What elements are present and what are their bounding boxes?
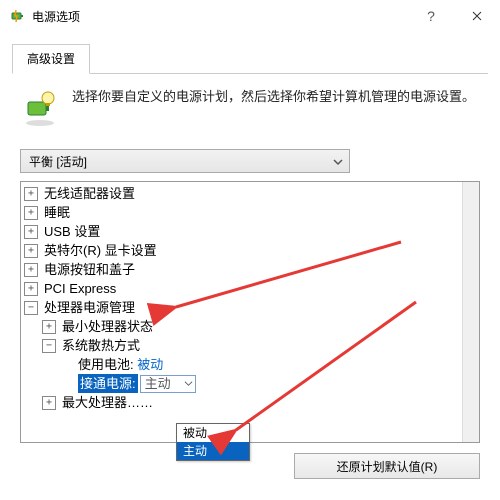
close-button[interactable] [454,0,500,32]
tree-item[interactable]: +最小处理器状态 [24,317,476,336]
tree-item[interactable]: −处理器电源管理 [24,298,476,317]
setting-plugged-in[interactable]: 接通电源:主动 [24,374,476,393]
titlebar: 电源选项 ? [0,0,500,32]
power-plan-select[interactable]: 平衡 [活动] [20,149,350,173]
dropdown-option-active[interactable]: 主动 [177,442,249,460]
battery-value[interactable]: 被动 [137,355,163,374]
tree-item[interactable]: +睡眠 [24,203,476,222]
setting-on-battery[interactable]: 使用电池: 被动 [24,355,476,374]
tree-item[interactable]: +无线适配器设置 [24,184,476,203]
expand-icon[interactable]: + [24,187,38,201]
window-title: 电源选项 [32,8,80,25]
cooling-dropdown[interactable]: 被动 主动 [176,423,250,461]
tree-item[interactable]: −系统散热方式 [24,336,476,355]
tab-bar: 高级设置 [0,32,500,74]
restore-defaults-button[interactable]: 还原计划默认值(R) [294,453,480,479]
expand-icon[interactable]: + [24,225,38,239]
expand-icon[interactable]: + [42,396,56,410]
collapse-icon[interactable]: − [42,339,56,353]
tree-item[interactable]: +最大处理器…… [24,393,476,412]
tree-item[interactable]: +USB 设置 [24,222,476,241]
chevron-down-icon [333,156,343,166]
help-button[interactable]: ? [408,0,454,32]
plugged-key-selected: 接通电源: [78,374,138,393]
scrollbar[interactable] [462,182,479,442]
settings-tree[interactable]: +无线适配器设置 +睡眠 +USB 设置 +英特尔(R) 显卡设置 +电源按钮和… [20,181,480,443]
description-panel: 选择你要自定义的电源计划，然后选择你希望计算机管理的电源设置。 [0,74,500,145]
plugged-value-combo[interactable]: 主动 [140,375,196,393]
expand-icon[interactable]: + [24,282,38,296]
expand-icon[interactable]: + [24,263,38,277]
expand-icon[interactable]: + [24,206,38,220]
tree-item[interactable]: +PCI Express [24,279,476,298]
tree-item[interactable]: +英特尔(R) 显卡设置 [24,241,476,260]
collapse-icon[interactable]: − [24,301,38,315]
dropdown-option-passive[interactable]: 被动 [177,424,249,442]
expand-icon[interactable]: + [42,320,56,334]
power-options-icon [10,8,26,24]
tab-advanced[interactable]: 高级设置 [12,44,90,74]
battery-bulb-icon [20,88,60,131]
tree-item[interactable]: +电源按钮和盖子 [24,260,476,279]
description-text: 选择你要自定义的电源计划，然后选择你希望计算机管理的电源设置。 [72,88,475,106]
plan-select-value: 平衡 [活动] [29,153,87,170]
expand-icon[interactable]: + [24,244,38,258]
